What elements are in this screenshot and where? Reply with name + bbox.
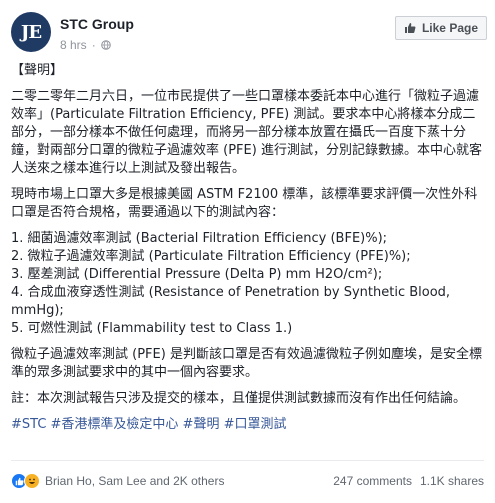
post-paragraph-3: 微粒子過濾效率測試 (PFE) 是判斷該口罩是否有效過濾微粒子例如塵埃，是安全標… <box>11 347 482 380</box>
comments-count[interactable]: 247 comments <box>333 474 412 488</box>
list-item: 1. 細菌過濾效率測試 (Bacterial Filtration Effici… <box>11 231 388 246</box>
avatar-logo-text: JE <box>20 21 42 43</box>
post-header: JE STC Group 8 hrs · Like Page <box>11 8 487 54</box>
post-body: 【聲明】 二零二零年二月六日，一位市民提供了一些口罩樣本委託本中心進行「微粒子過… <box>11 62 487 442</box>
list-item: 3. 壓差測試 (Differential Pressure (Delta P)… <box>11 267 383 282</box>
page-avatar[interactable]: JE <box>11 12 51 52</box>
test-list: 1. 細菌過濾效率測試 (Bacterial Filtration Effici… <box>11 230 487 338</box>
post-paragraph-4: 註：本次測試報告只涉及提交的樣本，且僅提供測試數據而沒有作出任何結論。 <box>11 391 467 406</box>
shares-count[interactable]: 1.1K shares <box>420 474 484 488</box>
page-name-link[interactable]: STC Group <box>60 16 134 32</box>
reactions-bar: Brian Ho, Sam Lee and 2K others 247 comm… <box>11 470 484 492</box>
hashtags[interactable]: #STC #香港標準及檢定中心 #聲明 #口罩測試 <box>11 416 487 434</box>
globe-icon <box>100 40 111 50</box>
post-paragraph-2: 現時市場上口罩大多是根據美國 ASTM F2100 標準，該標準要求評價一次性外… <box>11 187 478 220</box>
engagement-counts: 247 comments 1.1K shares <box>333 474 484 488</box>
list-item: 4. 合成血液穿透性測試 (Resistance of Penetration … <box>11 285 451 318</box>
post-paragraph-1: 二零二零年二月六日，一位市民提供了一些口罩樣本委託本中心進行「微粒子過濾效率」(… <box>11 89 482 176</box>
reactors-link[interactable]: Brian Ho, Sam Lee and 2K others <box>45 474 224 488</box>
post-heading: 【聲明】 <box>11 63 64 78</box>
list-item: 2. 微粒子過濾效率測試 (Particulate Filtration Eff… <box>11 249 411 264</box>
meta-separator: · <box>91 38 96 52</box>
like-page-label: Like Page <box>421 21 478 35</box>
haha-reaction-icon[interactable] <box>24 473 40 489</box>
like-thumb-icon <box>404 23 416 33</box>
facebook-post: JE STC Group 8 hrs · Like Page 【聲明】 二零二零… <box>0 0 495 503</box>
post-meta: 8 hrs · <box>60 38 111 52</box>
divider <box>11 460 484 461</box>
post-time[interactable]: 8 hrs <box>60 38 87 52</box>
list-item: 5. 可燃性測試 (Flammability test to Class 1.) <box>11 321 293 336</box>
like-page-button[interactable]: Like Page <box>394 16 487 40</box>
